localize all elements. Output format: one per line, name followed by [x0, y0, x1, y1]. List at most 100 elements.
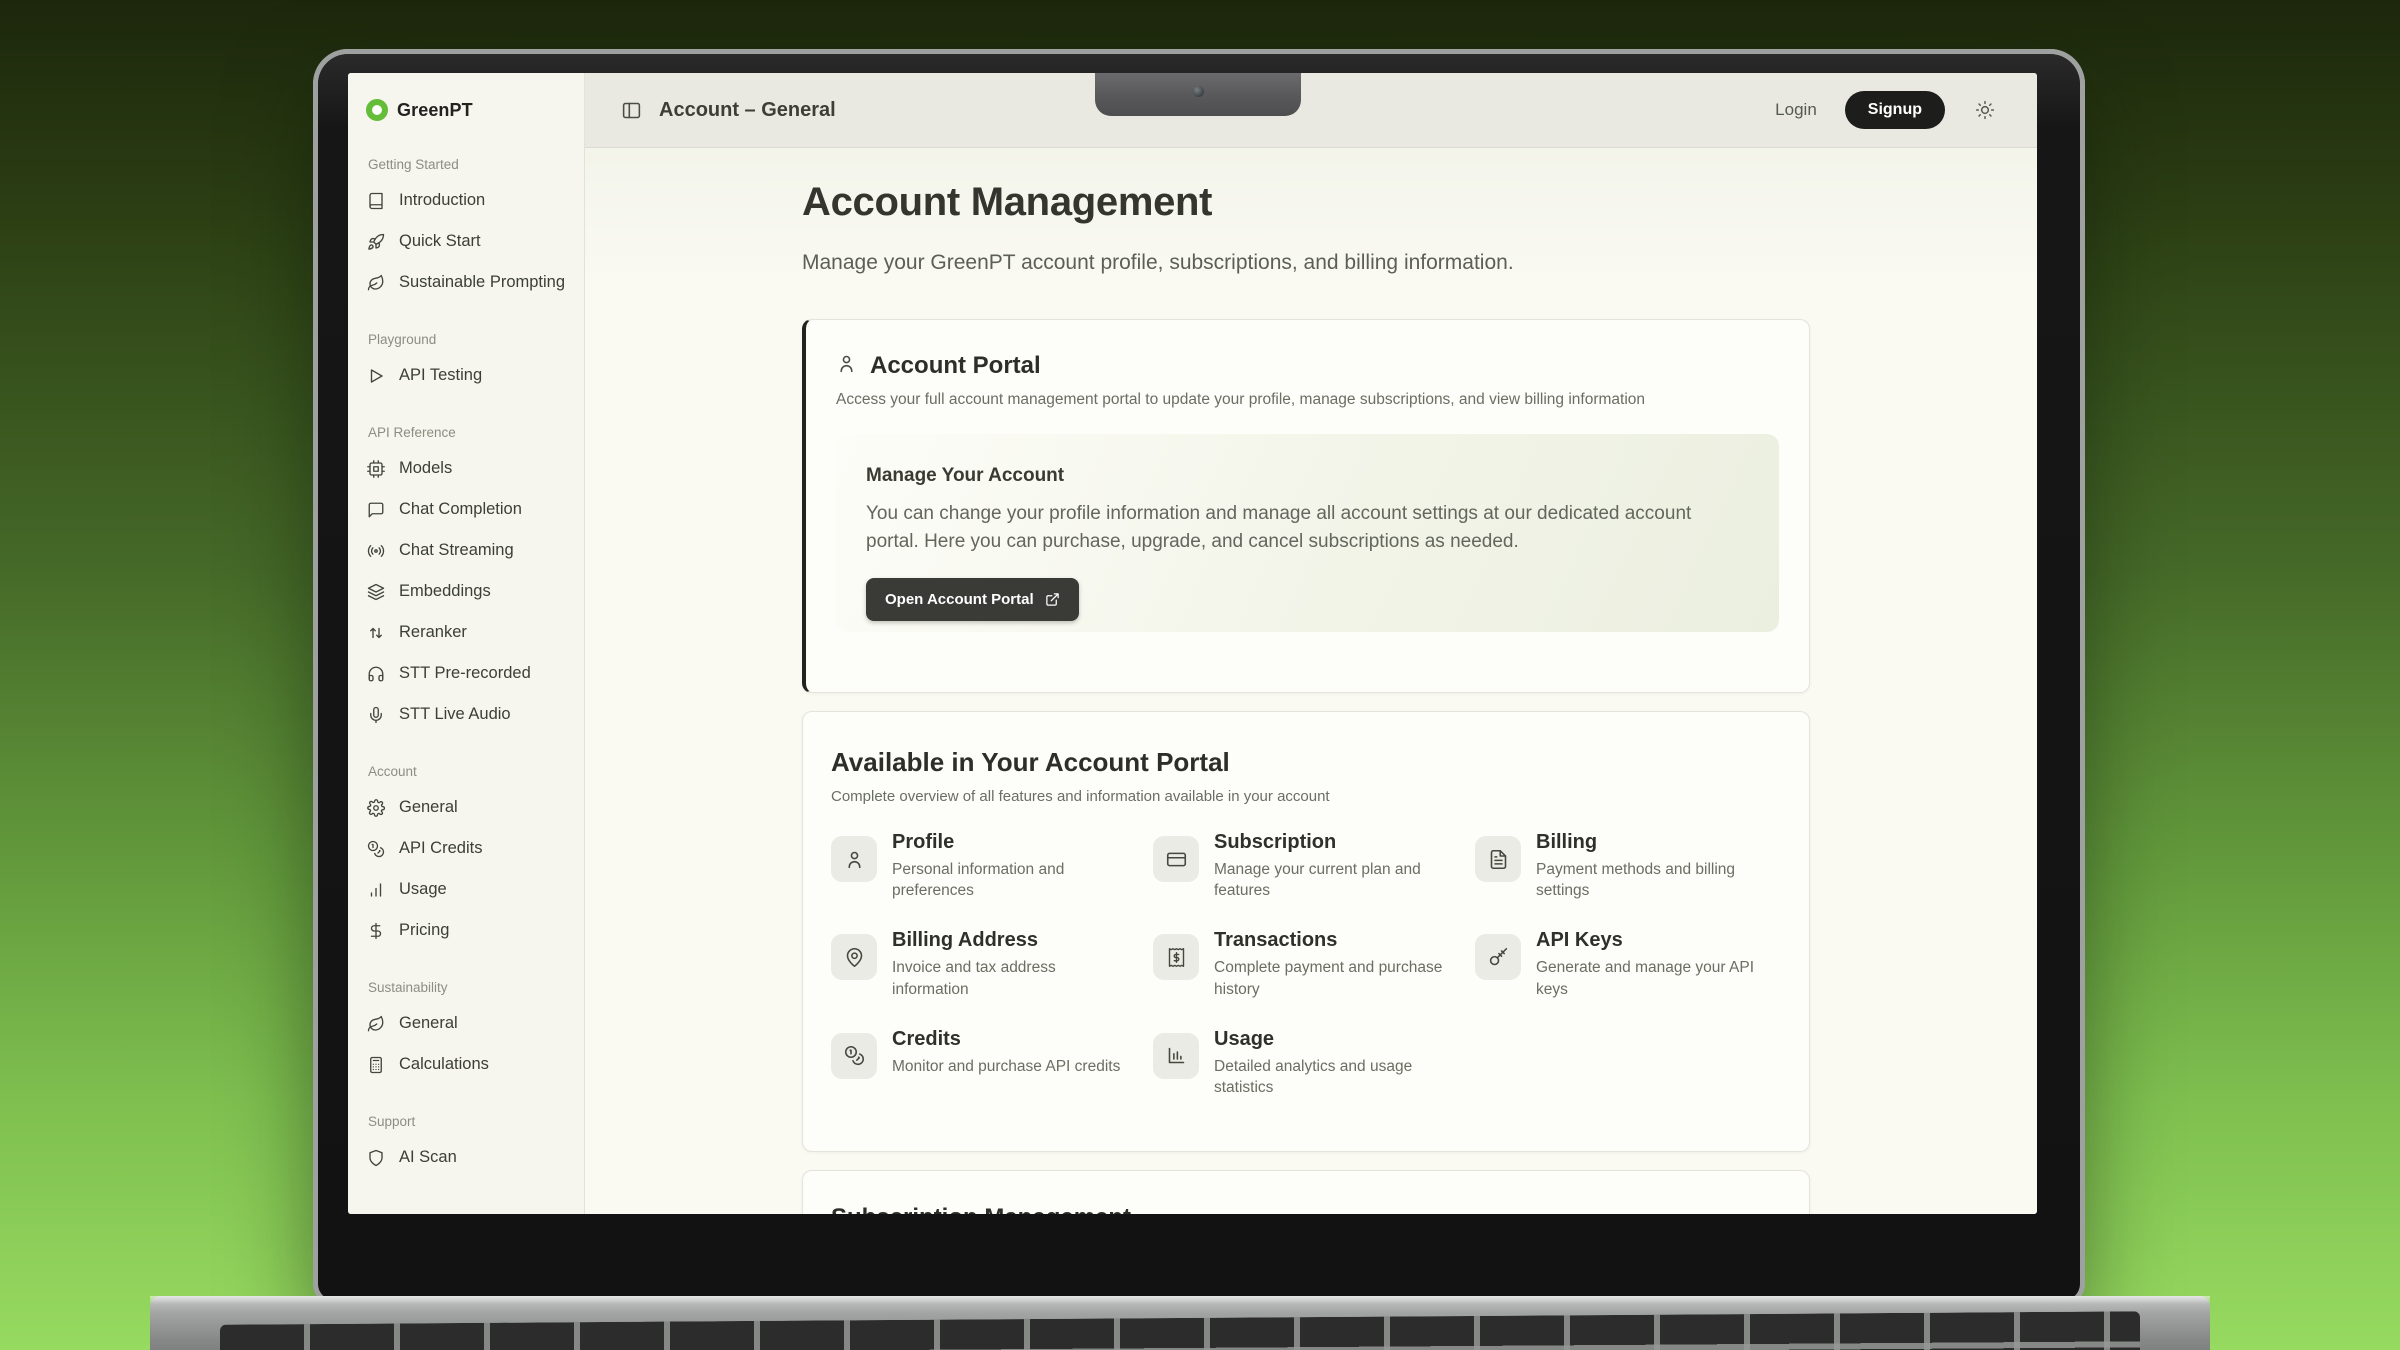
feature-usage: Usage Detailed analytics and usage stati… — [1153, 1033, 1475, 1098]
sidebar-item-reranker[interactable]: Reranker — [366, 612, 570, 653]
panel-body: You can change your profile information … — [866, 500, 1749, 556]
card-title: Subscription Management — [831, 1204, 1781, 1214]
broadcast-icon — [366, 542, 385, 560]
sidebar-item-sustainable-prompting[interactable]: Sustainable Prompting — [366, 262, 570, 303]
main-content: Account Management Manage your GreenPT a… — [585, 148, 2037, 1214]
feature-title: Billing Address — [892, 929, 1132, 952]
sidebar-item-quick-start[interactable]: Quick Start — [366, 221, 570, 262]
sidebar-item-pricing[interactable]: Pricing — [366, 910, 570, 951]
laptop-keyboard-deck — [150, 1296, 2210, 1350]
file-text-icon — [1475, 836, 1521, 882]
open-account-portal-button[interactable]: Open Account Portal — [866, 578, 1079, 621]
panel-title: Manage Your Account — [866, 465, 1749, 487]
signup-button[interactable]: Signup — [1845, 91, 1945, 129]
play-icon — [366, 367, 385, 385]
external-link-icon — [1045, 592, 1060, 607]
section-heading: Playground — [368, 332, 570, 347]
keyboard-keys — [220, 1311, 2140, 1350]
laptop-frame: GreenPT Getting Started Introduction Qui… — [318, 54, 2080, 1300]
book-icon — [366, 192, 385, 210]
sidebar-item-stt-pre-recorded[interactable]: STT Pre-recorded — [366, 653, 570, 694]
laptop-notch — [1095, 73, 1301, 116]
rocket-icon — [366, 233, 385, 251]
sidebar-item-account-general[interactable]: General — [366, 787, 570, 828]
features-column-2: Subscription Manage your current plan an… — [1153, 836, 1475, 1098]
receipt-icon — [1153, 934, 1199, 980]
feature-api-keys: API Keys Generate and manage your API ke… — [1475, 934, 1781, 999]
feature-description: Generate and manage your API keys — [1536, 957, 1776, 999]
feature-billing: Billing Payment methods and billing sett… — [1475, 836, 1781, 901]
page-subtitle: Manage your GreenPT account profile, sub… — [802, 251, 1810, 275]
feature-title: Transactions — [1214, 929, 1454, 952]
feature-credits: Credits Monitor and purchase API credits — [831, 1033, 1153, 1079]
sun-icon[interactable] — [1975, 100, 1995, 120]
section-heading: API Reference — [368, 425, 570, 440]
gear-icon — [366, 799, 385, 817]
sidebar-item-api-credits[interactable]: API Credits — [366, 828, 570, 869]
feature-description: Invoice and tax address information — [892, 957, 1132, 999]
button-label: Open Account Portal — [885, 591, 1034, 608]
sidebar-item-usage[interactable]: Usage — [366, 869, 570, 910]
feature-description: Detailed analytics and usage statistics — [1214, 1056, 1454, 1098]
sidebar-item-stt-live-audio[interactable]: STT Live Audio — [366, 694, 570, 735]
leaf-icon — [366, 274, 385, 292]
headphones-icon — [366, 665, 385, 683]
layers-icon — [366, 583, 385, 601]
feature-profile: Profile Personal information and prefere… — [831, 836, 1153, 901]
sort-arrows-icon — [366, 624, 385, 642]
coins-icon — [366, 840, 385, 858]
sidebar-item-ai-scan[interactable]: AI Scan — [366, 1137, 570, 1178]
sidebar-item-sustainability-general[interactable]: General — [366, 1003, 570, 1044]
desktop-background: GreenPT Getting Started Introduction Qui… — [0, 0, 2400, 1350]
user-icon — [831, 836, 877, 882]
dollar-icon — [366, 922, 385, 940]
shield-icon — [366, 1149, 385, 1167]
card-subtitle: Complete overview of all features and in… — [831, 788, 1781, 805]
sidebar-item-calculations[interactable]: Calculations — [366, 1044, 570, 1085]
feature-title: Credits — [892, 1028, 1120, 1051]
feature-subscription: Subscription Manage your current plan an… — [1153, 836, 1475, 901]
feature-title: Profile — [892, 831, 1132, 854]
key-icon — [1475, 934, 1521, 980]
map-pin-icon — [831, 934, 877, 980]
credit-card-icon — [1153, 836, 1199, 882]
brand-logo[interactable]: GreenPT — [366, 99, 570, 121]
feature-title: API Keys — [1536, 929, 1776, 952]
user-icon — [836, 353, 857, 379]
feature-title: Billing — [1536, 831, 1776, 854]
card-title: Account Portal — [870, 352, 1041, 380]
portal-features-card: Available in Your Account Portal Complet… — [802, 711, 1810, 1152]
sidebar-section-sustainability: Sustainability General Calculations — [366, 980, 570, 1085]
topbar: Account – General Login Signup — [585, 73, 2037, 148]
coins-icon — [831, 1033, 877, 1079]
sidebar-item-introduction[interactable]: Introduction — [366, 180, 570, 221]
bar-chart-icon — [366, 881, 385, 899]
laptop-screen: GreenPT Getting Started Introduction Qui… — [348, 73, 2037, 1214]
features-column-3: Billing Payment methods and billing sett… — [1475, 836, 1781, 1098]
cpu-icon — [366, 460, 385, 478]
card-title: Available in Your Account Portal — [831, 747, 1781, 778]
page-title: Account Management — [802, 180, 1810, 225]
sidebar-section-getting-started: Getting Started Introduction Quick Start… — [366, 157, 570, 303]
feature-description: Complete payment and purchase history — [1214, 957, 1454, 999]
login-link[interactable]: Login — [1775, 100, 1817, 120]
feature-description: Payment methods and billing settings — [1536, 859, 1776, 901]
card-description: Access your full account management port… — [836, 391, 1779, 409]
sidebar-item-chat-completion[interactable]: Chat Completion — [366, 489, 570, 530]
sidebar-item-embeddings[interactable]: Embeddings — [366, 571, 570, 612]
sidebar-item-api-testing[interactable]: API Testing — [366, 355, 570, 396]
sidebar-item-models[interactable]: Models — [366, 448, 570, 489]
brand-name: GreenPT — [397, 100, 473, 121]
sidebar-section-support: Support AI Scan — [366, 1114, 570, 1178]
manage-account-panel: Manage Your Account You can change your … — [836, 434, 1779, 632]
bar-chart-icon — [1153, 1033, 1199, 1079]
feature-billing-address: Billing Address Invoice and tax address … — [831, 934, 1153, 999]
account-portal-card: Account Portal Access your full account … — [802, 319, 1810, 693]
sidebar-section-api-reference: API Reference Models Chat Completion Cha… — [366, 425, 570, 735]
features-column-1: Profile Personal information and prefere… — [831, 836, 1153, 1098]
panel-left-icon[interactable] — [621, 100, 642, 121]
feature-description: Personal information and preferences — [892, 859, 1132, 901]
greenpt-ring-icon — [366, 99, 388, 121]
webcam-icon — [1193, 86, 1204, 97]
sidebar-item-chat-streaming[interactable]: Chat Streaming — [366, 530, 570, 571]
